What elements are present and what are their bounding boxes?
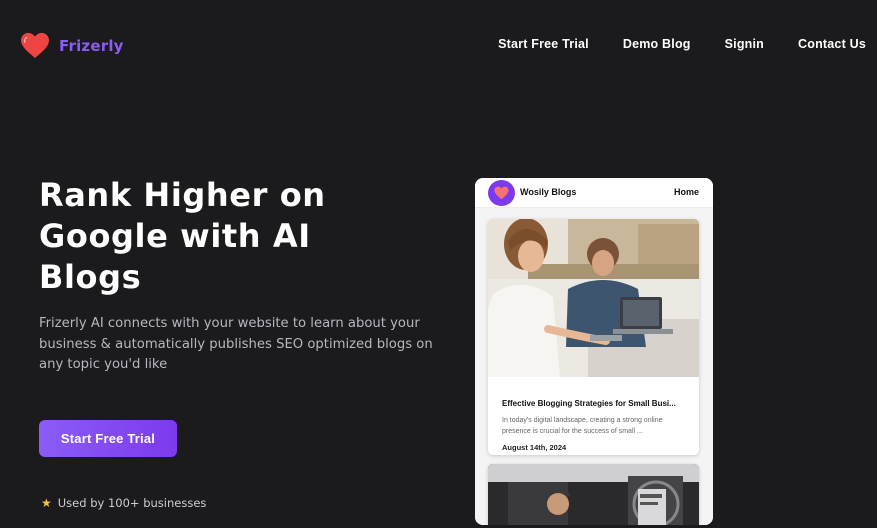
hero-description: Frizerly AI connects with your website t…: [39, 316, 433, 372]
star-icon: ★: [41, 496, 52, 510]
social-proof-text: Used by 100+ businesses: [57, 496, 207, 510]
heart-icon: [494, 186, 509, 200]
brand-logo[interactable]: Frizerly: [20, 32, 124, 59]
hero-title: Rank Higher on Google with AI Blogs: [39, 176, 326, 296]
heart-icon: [20, 32, 50, 59]
start-free-trial-button[interactable]: Start Free Trial: [39, 420, 177, 457]
blog-card-excerpt: In today's digital landscape, creating a…: [502, 417, 663, 435]
blog-card-title[interactable]: Effective Blogging Strategies for Small …: [502, 399, 692, 408]
blog-card-date: August 14th, 2024: [502, 443, 567, 452]
preview-brand-name: Wosily Blogs: [520, 187, 577, 197]
nav-link-contact-us[interactable]: Contact Us: [798, 37, 866, 51]
top-nav: Frizerly Start Free Trial Demo Blog Sign…: [0, 0, 877, 92]
preview-header: Wosily Blogs Home: [475, 178, 713, 208]
blog-card-image: [488, 219, 699, 377]
social-proof: ★ Used by 100+ businesses: [41, 496, 206, 510]
blog-card-image: [488, 464, 699, 525]
nav-link-demo-blog[interactable]: Demo Blog: [623, 37, 691, 51]
nav-link-signin[interactable]: Signin: [725, 37, 764, 51]
nav-link-start-free-trial[interactable]: Start Free Trial: [498, 37, 589, 51]
preview-logo: [488, 180, 515, 206]
preview-body: Effective Blogging Strategies for Small …: [475, 208, 713, 525]
blog-card[interactable]: Effective Blogging Strategies for Small …: [488, 219, 699, 455]
nav-links: Start Free Trial Demo Blog Signin Contac…: [498, 37, 866, 51]
preview-home-link[interactable]: Home: [674, 187, 699, 197]
blog-preview-mockup: Wosily Blogs Home Effective Blogging Str…: [475, 178, 713, 525]
brand-name: Frizerly: [59, 36, 124, 55]
blog-card-partial[interactable]: [488, 464, 699, 525]
